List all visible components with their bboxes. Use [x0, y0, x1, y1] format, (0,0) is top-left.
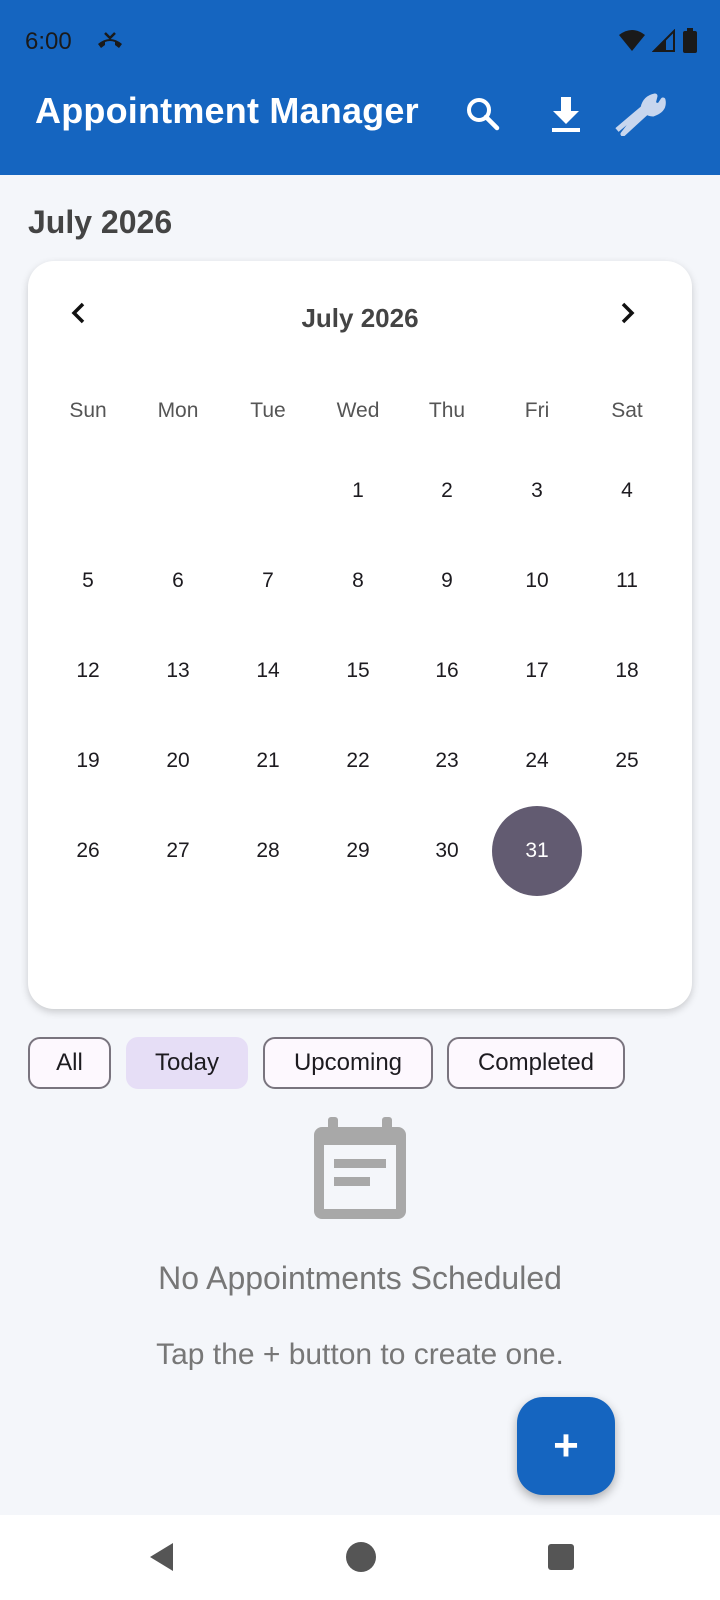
- app-title: Appointment Manager: [35, 90, 419, 131]
- app-bar: 6:00 Appointment Manager: [0, 0, 720, 175]
- calendar-day[interactable]: 3: [492, 446, 582, 536]
- calendar-day[interactable]: 10: [492, 536, 582, 626]
- recents-icon: [547, 1543, 575, 1576]
- settings-button[interactable]: [612, 88, 668, 144]
- calendar-day[interactable]: 18: [582, 626, 672, 716]
- calendar-day[interactable]: 21: [223, 716, 313, 806]
- calendar-day[interactable]: 7: [223, 536, 313, 626]
- weekday-label: Sun: [69, 399, 107, 422]
- calendar-day[interactable]: 22: [313, 716, 403, 806]
- calendar-day[interactable]: 24: [492, 716, 582, 806]
- nav-back-button[interactable]: [138, 1535, 186, 1583]
- weekday-label: Mon: [157, 399, 199, 422]
- search-button[interactable]: [455, 88, 511, 144]
- calendar-card: July 2026 Sun Mon Tue Wed Thu Fri Sat 12345678…: [28, 261, 692, 1009]
- calendar-day[interactable]: 9: [402, 536, 492, 626]
- weekday-label: Fri: [524, 399, 550, 422]
- nav-home-button[interactable]: [337, 1535, 385, 1583]
- empty-state-title: No Appointments Scheduled: [158, 1260, 562, 1296]
- weekday-label: Sat: [611, 399, 643, 422]
- calendar-day[interactable]: 28: [223, 806, 313, 896]
- calendar-day[interactable]: 30: [402, 806, 492, 896]
- nav-recents-button[interactable]: [537, 1535, 585, 1583]
- calendar-day[interactable]: 8: [313, 536, 403, 626]
- calendar-title: July 2026: [301, 303, 419, 333]
- calendar-day[interactable]: 13: [133, 626, 223, 716]
- calendar-day[interactable]: 12: [43, 626, 133, 716]
- weekday-label: Wed: [336, 399, 380, 422]
- calendar-day[interactable]: 2: [402, 446, 492, 536]
- filter-chip-today[interactable]: Today: [126, 1037, 248, 1089]
- missed-call-icon: [96, 30, 124, 59]
- calendar-day-selected[interactable]: 31: [492, 806, 582, 896]
- calendar-day[interactable]: 29: [313, 806, 403, 896]
- month-heading: July 2026: [28, 204, 173, 240]
- search-icon: [465, 96, 501, 137]
- wrench-icon: [613, 92, 667, 141]
- filter-chip-upcoming[interactable]: Upcoming: [263, 1037, 433, 1089]
- system-nav-bar: [0, 1515, 720, 1600]
- empty-state-subtitle: Tap the + button to create one.: [156, 1338, 564, 1371]
- chevron-right-icon: [618, 301, 638, 330]
- calendar-day[interactable]: 5: [43, 536, 133, 626]
- calendar-day[interactable]: 15: [313, 626, 403, 716]
- home-icon: [345, 1541, 377, 1578]
- calendar-day[interactable]: 4: [582, 446, 672, 536]
- calendar-day[interactable]: 27: [133, 806, 223, 896]
- download-icon: [549, 95, 583, 138]
- filter-chip-all[interactable]: All: [28, 1037, 111, 1089]
- calendar-day[interactable]: 25: [582, 716, 672, 806]
- calendar-day[interactable]: 20: [133, 716, 223, 806]
- wifi-icon: [618, 29, 646, 58]
- add-appointment-button[interactable]: +: [517, 1397, 615, 1495]
- next-month-button[interactable]: [606, 293, 650, 337]
- download-button[interactable]: [538, 88, 594, 144]
- signal-icon: [651, 28, 676, 58]
- filter-chip-completed[interactable]: Completed: [447, 1037, 625, 1089]
- add-icon: +: [553, 1421, 579, 1470]
- calendar-day[interactable]: 26: [43, 806, 133, 896]
- calendar-day[interactable]: 11: [582, 536, 672, 626]
- back-icon: [147, 1541, 177, 1578]
- status-time: 6:00: [25, 28, 72, 55]
- calendar-icon: [310, 1115, 410, 1230]
- calendar-day[interactable]: 23: [402, 716, 492, 806]
- calendar-day[interactable]: 6: [133, 536, 223, 626]
- battery-icon: [682, 28, 698, 59]
- calendar-day[interactable]: 17: [492, 626, 582, 716]
- weekday-label: Tue: [250, 399, 286, 422]
- calendar-day[interactable]: 1: [313, 446, 403, 536]
- weekday-label: Thu: [428, 399, 466, 422]
- calendar-day[interactable]: 14: [223, 626, 313, 716]
- calendar-day[interactable]: 19: [43, 716, 133, 806]
- calendar-day[interactable]: 16: [402, 626, 492, 716]
